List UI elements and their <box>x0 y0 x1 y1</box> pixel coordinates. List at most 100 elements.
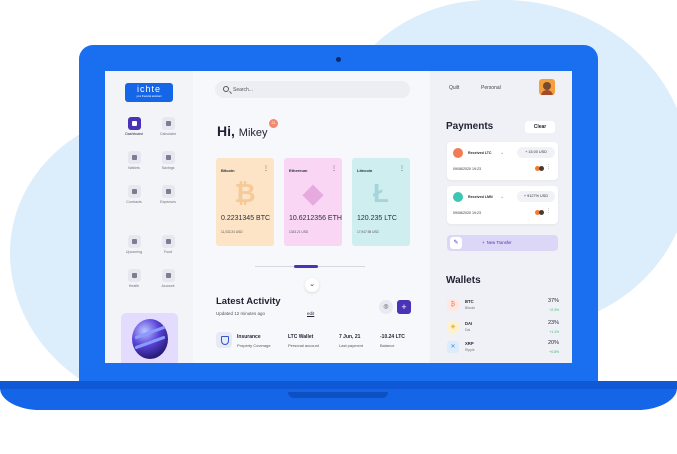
card-usd: 17,947.98 USD <box>357 230 379 234</box>
notification-badge[interactable]: 21 <box>269 119 278 128</box>
sidebar: ichte your financial assistant Dashboard… <box>105 71 193 363</box>
wallet-change: +0.8% <box>549 350 559 354</box>
chevron-down-icon[interactable]: ⌄ <box>500 194 504 200</box>
activity-cell: Insurance Property Coverage <box>237 334 271 348</box>
sidebar-item-health[interactable]: Health <box>119 269 149 288</box>
dashboard-icon <box>127 117 141 130</box>
activity-primary: 7 Jun, 21 <box>339 334 361 340</box>
tab-quilt[interactable]: Quilt <box>449 85 459 91</box>
payment-amount: + 15.00 USD <box>517 147 555 158</box>
food-icon <box>161 235 175 248</box>
card-usd: 11,032.24 USD <box>221 230 243 234</box>
avatar-icon <box>539 210 544 215</box>
carousel-indicator[interactable] <box>294 265 318 268</box>
wallet-row[interactable]: ₿ BTC Bitcoin 37% +2.3% <box>447 297 559 317</box>
avatar[interactable] <box>539 79 555 95</box>
activity-primary: Insurance <box>237 334 261 340</box>
wallet-icon <box>127 151 141 164</box>
wallet-name: Ripple <box>465 348 475 352</box>
wallet-symbol: DAI <box>465 321 473 326</box>
wallet-row[interactable]: ✕ XRP Ripple 20% +0.8% <box>447 339 559 359</box>
wallet-change: +1.1% <box>549 330 559 334</box>
litecoin-icon: Ł <box>373 178 389 208</box>
sidebar-item-calculator[interactable]: Calculator <box>153 117 183 136</box>
clear-button[interactable]: Clear <box>525 121 555 133</box>
sidebar-item-upcoming[interactable]: Upcoming <box>119 235 149 254</box>
activity-updated: Updated 12 minutes ago <box>216 311 266 316</box>
crypto-card-ethereum[interactable]: Ethereum ⋮ ◆ 10.6212356 ETH 1343.21 USD <box>284 158 342 246</box>
coin-icon <box>453 148 463 158</box>
crypto-card-bitcoin[interactable]: Bitcoin ⋮ ₿ 0.2231345 BTC 11,032.24 USD <box>216 158 274 246</box>
logo-tagline: your financial assistant <box>136 95 162 98</box>
sidebar-item-expenses[interactable]: Expenses <box>153 185 183 204</box>
more-options-icon[interactable]: ⋮ <box>546 208 551 214</box>
more-options-icon[interactable]: ⋮ <box>546 164 551 170</box>
new-transfer-button[interactable]: ✎ + New Transfer <box>447 235 558 251</box>
payment-label: Received LTC <box>468 151 492 155</box>
filter-button[interactable]: ◎ <box>379 300 393 314</box>
payment-card[interactable]: Received LTC ⌄ + 15.00 USD 09/08/2020 19… <box>447 142 558 180</box>
wallet-percent: 20% <box>547 340 559 346</box>
wallet-percent: 37% <box>547 298 559 304</box>
activity-secondary: Last payment <box>339 343 364 348</box>
bitcoin-icon: ₿ <box>447 299 459 311</box>
add-activity-button[interactable]: + <box>397 300 411 314</box>
activity-primary: -10.24 LTC <box>380 334 405 340</box>
more-options-icon[interactable]: ⋮ <box>399 166 405 172</box>
wallet-change: +2.3% <box>549 308 559 312</box>
laptop-notch <box>288 392 388 398</box>
activity-secondary: Property Coverage <box>237 343 271 348</box>
coin-icon <box>453 192 463 202</box>
wallet-name: Dai <box>465 328 471 332</box>
activity-secondary: Balance <box>380 343 395 348</box>
sidebar-item-label: Contracts <box>126 200 142 204</box>
sidebar-item-label: Savings <box>161 166 175 170</box>
piggy-bank-icon <box>161 151 175 164</box>
payment-card[interactable]: Received LMN ⌄ + 9127% USD 09/08/2020 19… <box>447 186 558 224</box>
app-logo[interactable]: ichte your financial assistant <box>125 83 173 102</box>
bitcoin-icon: ₿ <box>234 178 256 208</box>
more-options-icon[interactable]: ⋮ <box>331 166 337 172</box>
payment-label: Received LMN <box>468 195 493 199</box>
more-options-icon[interactable]: ⋮ <box>263 166 269 172</box>
wallet-row[interactable]: ◈ DAI Dai 23% +1.1% <box>447 319 559 339</box>
sidebar-item-account[interactable]: Account <box>153 269 183 288</box>
sidebar-item-label: Health <box>128 284 140 288</box>
filter-icon: ◎ <box>383 304 389 310</box>
laptop-screen: ichte your financial assistant Dashboard… <box>105 71 572 363</box>
sidebar-item-label: Upcoming <box>125 250 143 254</box>
new-transfer-label: + New Transfer <box>482 240 512 245</box>
chevron-down-icon[interactable]: ⌄ <box>305 278 319 292</box>
sidebar-item-label: Account <box>161 284 175 288</box>
activity-secondary: Personal account <box>288 343 319 348</box>
sidebar-item-label: Calculator <box>159 132 177 136</box>
search-bar[interactable] <box>215 81 410 98</box>
ripple-icon: ✕ <box>447 341 459 353</box>
chevron-down-icon[interactable]: ⌄ <box>500 150 504 156</box>
hero-illustration: ichte your financial assistant Dashboard… <box>0 0 677 454</box>
sidebar-item-label: Food <box>163 250 173 254</box>
edit-icon: ✎ <box>450 237 462 249</box>
calculator-icon <box>161 117 175 130</box>
promo-card[interactable] <box>121 313 178 363</box>
card-amount: 0.2231345 BTC <box>221 215 271 222</box>
sidebar-item-wallets[interactable]: Wallets <box>119 151 149 170</box>
card-usd: 1343.21 USD <box>289 230 309 234</box>
crypto-card-litecoin[interactable]: Litecoin ⋮ Ł 120.235 LTC 17,947.98 USD <box>352 158 410 246</box>
avatar-icon <box>539 166 544 171</box>
sidebar-item-contracts[interactable]: Contracts <box>119 185 149 204</box>
sidebar-item-food[interactable]: Food <box>153 235 183 254</box>
laptop-hinge <box>0 381 677 389</box>
greeting-hi: Hi, <box>217 123 235 139</box>
sidebar-item-savings[interactable]: Savings <box>153 151 183 170</box>
sidebar-item-label: Expenses <box>160 200 176 204</box>
sidebar-item-dashboard[interactable]: Dashboard <box>119 117 149 136</box>
sphere-illustration <box>132 319 168 359</box>
dai-icon: ◈ <box>447 321 459 333</box>
activity-edit-link[interactable]: edit <box>307 311 314 316</box>
payment-amount: + 9127% USD <box>517 191 555 202</box>
sidebar-item-label: Dashboard <box>125 132 143 136</box>
search-input[interactable] <box>233 84 393 95</box>
card-name: Ethereum <box>289 168 308 173</box>
tab-personal[interactable]: Personal <box>481 85 501 91</box>
